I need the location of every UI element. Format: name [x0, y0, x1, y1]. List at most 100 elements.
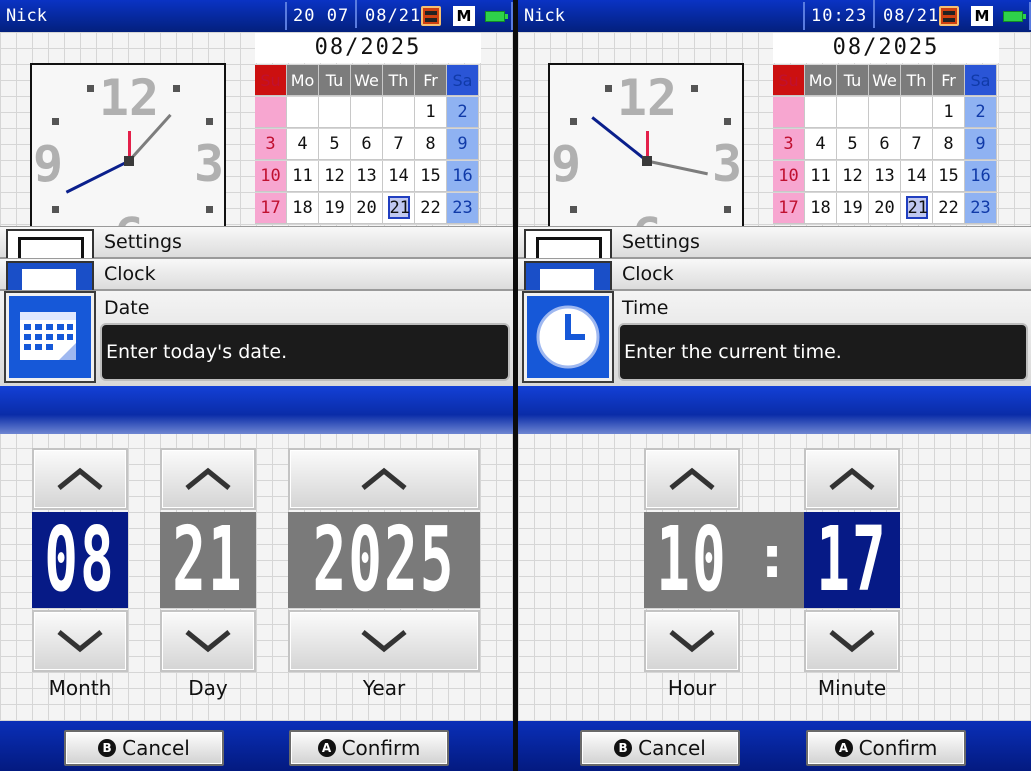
calendar-day: 4 [805, 129, 837, 160]
clock-numeral-3: 3 [712, 135, 742, 193]
clock-icon [522, 291, 614, 383]
month-up-button[interactable] [32, 448, 128, 510]
menu-item-settings[interactable]: Settings [0, 226, 513, 259]
calendar-week-row: 12 [773, 97, 999, 129]
a-button-icon: A [317, 739, 336, 757]
confirm-label: Confirm [858, 736, 938, 760]
weekday-header: We [351, 65, 383, 96]
calendar-week-row: 10 11 12 13 14 15 16 [773, 161, 999, 193]
calendar-week-row: 12 [255, 97, 481, 129]
description-box: Enter today's date. [100, 323, 510, 381]
b-button-icon: B [614, 739, 633, 757]
ds-cartridge-icon [939, 6, 959, 26]
calendar-day: 19 [837, 193, 869, 224]
clock-center-pin [642, 156, 652, 166]
weekday-header: Tu [837, 65, 869, 96]
user-name: Nick [524, 6, 565, 26]
month-calendar: 08/2025 Su Mo Tu We Th Fr Sa 1 2 3 4 5 6 7 8 9 10 11 12 13 1… [773, 33, 999, 227]
calendar-day [255, 97, 287, 128]
hour-spinner: 10 [644, 448, 740, 674]
calendar-day: 20 [351, 193, 383, 224]
calendar-title: 08/2025 [255, 33, 481, 63]
day-label: Day [188, 676, 228, 700]
menu-item-settings[interactable]: Settings [518, 226, 1031, 259]
weekday-header: Sa [965, 65, 997, 96]
hour-up-button[interactable] [644, 448, 740, 510]
minute-spinner: 17 [804, 448, 900, 674]
top-status-bar: Nick 10:23 08/21 M [518, 0, 1031, 32]
clock-center-pin [124, 156, 134, 166]
analog-clock: 12369 [30, 63, 226, 231]
calendar-day: 8 [415, 129, 447, 160]
calendar-day: 6 [351, 129, 383, 160]
settings-thumbnail-icon [524, 229, 612, 259]
battery-icon [1003, 11, 1026, 22]
calendar-day: 14 [901, 161, 933, 192]
minute-down-button[interactable] [804, 610, 900, 672]
calendar-day [901, 97, 933, 128]
calendar-week-row: 3456789 [255, 129, 481, 161]
month-down-button[interactable] [32, 610, 128, 672]
confirm-button[interactable]: A Confirm [289, 730, 449, 766]
minute-value[interactable]: 17 [804, 508, 900, 612]
day-down-button[interactable] [160, 610, 256, 672]
calendar-day: 6 [869, 129, 901, 160]
year-down-button[interactable] [288, 610, 480, 672]
hour-value[interactable]: 10 [644, 508, 740, 612]
hour-down-button[interactable] [644, 610, 740, 672]
analog-clock-drawing: 12369 [551, 69, 742, 229]
menu-item-clock-label: Clock [622, 263, 674, 285]
menu-item-date-active: Date Enter today's date. [0, 290, 513, 386]
clock-numeral-12: 12 [617, 69, 677, 127]
calendar-day: 7 [901, 129, 933, 160]
weekday-header: Th [901, 65, 933, 96]
calendar-day: 5 [837, 129, 869, 160]
ds-cartridge-icon [421, 6, 441, 26]
minute-up-button[interactable] [804, 448, 900, 510]
clock-numeral-12: 12 [99, 69, 159, 127]
clock-numeral-9: 9 [33, 135, 63, 193]
year-up-button[interactable] [288, 448, 480, 510]
cancel-button[interactable]: B Cancel [64, 730, 224, 766]
description-box: Enter the current time. [618, 323, 1028, 381]
day-value[interactable]: 21 [160, 508, 256, 612]
active-item-title: Date [104, 297, 150, 319]
time-separator: : [740, 512, 804, 608]
calendar-day: 2 [447, 97, 479, 128]
menu-item-clock[interactable]: Clock [518, 258, 1031, 291]
time-settings-screen: Nick 10:23 08/21 M 12369 08/2025 SuMoTuW… [518, 0, 1031, 771]
calendar-day: 15 [415, 161, 447, 192]
weekday-header: Sa [447, 65, 479, 96]
user-name: Nick [6, 6, 47, 26]
month-value[interactable]: 08 [32, 508, 128, 612]
calendar-day: 20 [869, 193, 901, 224]
menu-item-settings-label: Settings [622, 231, 700, 253]
calendar-day: 22 [415, 193, 447, 224]
year-value[interactable]: 2025 [288, 508, 480, 612]
cancel-button[interactable]: B Cancel [580, 730, 740, 766]
day-up-button[interactable] [160, 448, 256, 510]
chevron-down-icon [57, 630, 103, 653]
cancel-label: Cancel [122, 736, 190, 760]
date-settings-screen: Nick 20 07 08/21 M 12369 08/2025 SuMoTuW… [0, 0, 513, 771]
calendar-day: 15 [933, 161, 965, 192]
mode-m-icon: M [453, 6, 475, 26]
calendar-week-row: 17 18 19 20 21 22 23 [773, 193, 999, 225]
calendar-day [869, 97, 901, 128]
battery-icon [485, 11, 508, 22]
calendar-day-today: 21 [383, 193, 415, 224]
weekday-header: Mo [287, 65, 319, 96]
calendar-day: 3 [773, 129, 805, 160]
clock-thumbnail-icon [6, 261, 94, 291]
menu-item-clock[interactable]: Clock [0, 258, 513, 291]
confirm-button[interactable]: A Confirm [806, 730, 966, 766]
calendar-day: 1 [933, 97, 965, 128]
calendar-title: 08/2025 [773, 33, 999, 63]
calendar-day: 16 [965, 161, 997, 192]
calendar-day: 8 [933, 129, 965, 160]
calendar-day: 4 [287, 129, 319, 160]
chevron-up-icon [829, 467, 875, 490]
calendar-day: 10 [255, 161, 287, 192]
weekday-header: Mo [805, 65, 837, 96]
calendar-day [773, 97, 805, 128]
